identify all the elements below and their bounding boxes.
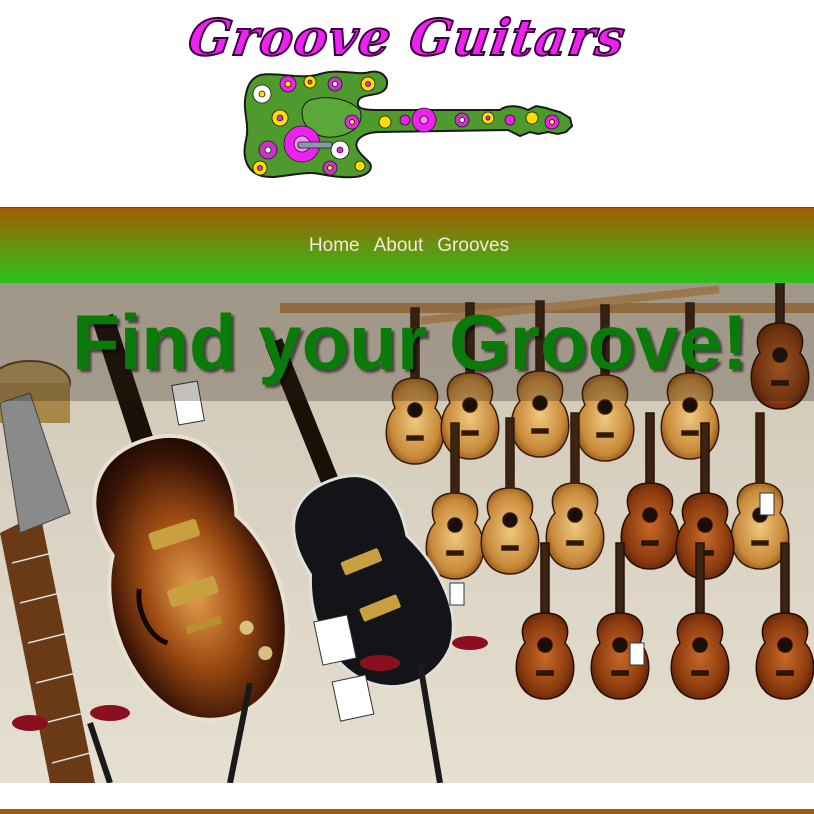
brand-title: Groove Guitars (184, 7, 630, 68)
section-divider (0, 809, 814, 814)
site-header: Groove Guitars (0, 0, 814, 207)
main-nav: Home About Grooves (0, 207, 814, 283)
nav-link-grooves[interactable]: Grooves (437, 235, 509, 257)
hero-heading: Find your Groove! (71, 298, 749, 386)
hero-banner: Find your Groove! (0, 283, 814, 783)
section-spacer (0, 783, 814, 809)
nav-link-about[interactable]: About (374, 235, 424, 257)
nav-link-home[interactable]: Home (309, 235, 360, 257)
flower-guitar-icon (243, 70, 574, 179)
